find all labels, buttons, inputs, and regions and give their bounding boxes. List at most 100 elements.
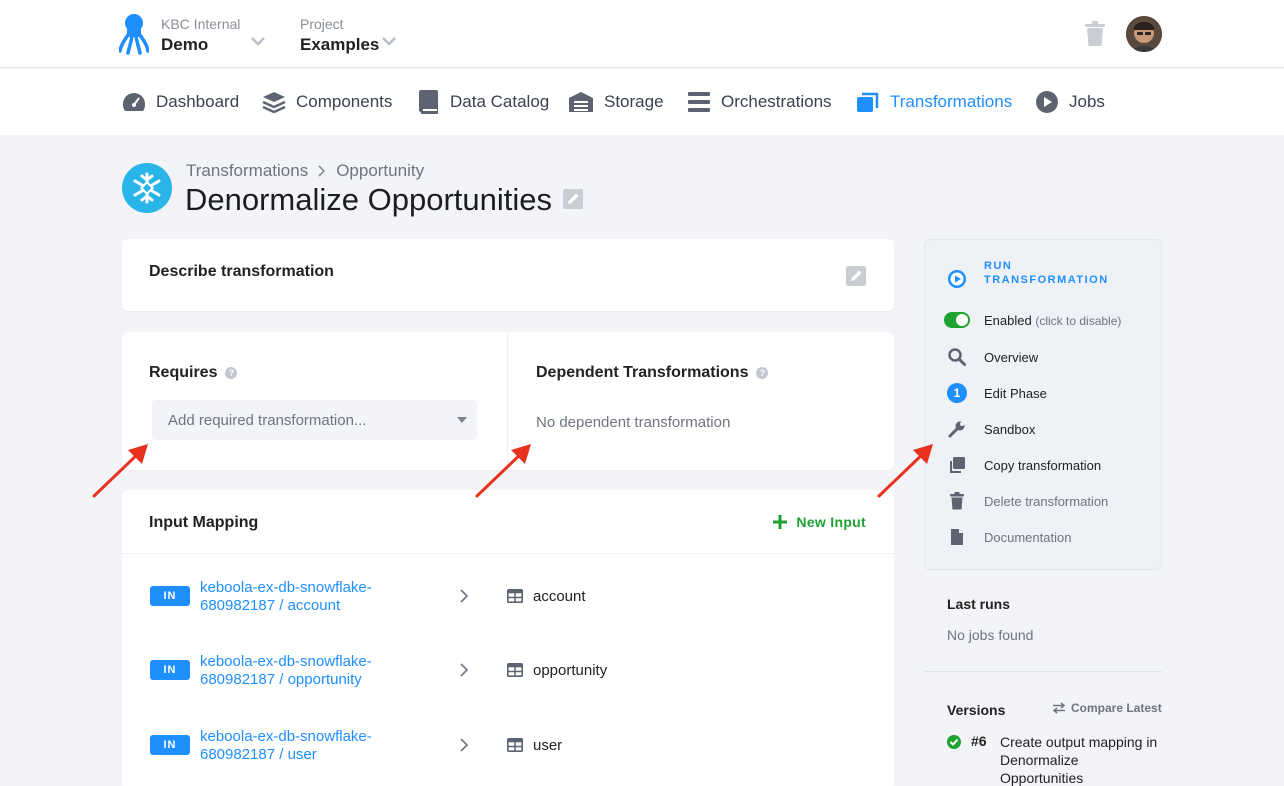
trash-icon[interactable] <box>1084 21 1106 47</box>
help-icon[interactable]: ? <box>225 367 238 379</box>
breadcrumb-transformations[interactable]: Transformations <box>186 161 308 181</box>
nav-jobs-label: Jobs <box>1069 92 1105 111</box>
dependent-heading: Dependent Transformations ? <box>536 364 769 382</box>
document-icon <box>947 527 967 547</box>
nav-orchestrations-label: Orchestrations <box>721 92 832 111</box>
describe-label: Describe transformation <box>149 263 334 280</box>
compare-arrows-icon <box>1052 702 1066 714</box>
table-icon <box>507 589 523 603</box>
nav-data-catalog[interactable]: Data Catalog <box>418 89 549 115</box>
nav-components[interactable]: Components <box>262 89 392 115</box>
source-table-link[interactable]: keboola-ex-db-snowflake- 680982187 / use… <box>200 728 440 764</box>
run-label-line-2: TRANSFORMATION <box>984 274 1109 286</box>
requires-title: Requires <box>149 364 218 381</box>
input-mapping-row[interactable]: IN keboola-ex-db-snowflake- 680982187 / … <box>122 723 894 783</box>
version-description[interactable]: Create output mapping in Denormalize Opp… <box>1000 733 1162 786</box>
trash-icon <box>947 491 967 511</box>
last-runs-empty: No jobs found <box>947 627 1034 643</box>
run-transformation-button[interactable]: RUN TRANSFORMATION <box>925 260 1161 291</box>
input-mapping-row[interactable]: IN keboola-ex-db-snowflake- 680982187 / … <box>122 574 894 634</box>
plus-icon <box>773 515 788 529</box>
enabled-label: Enabled (click to disable) <box>984 313 1121 328</box>
documentation-label: Documentation <box>984 529 1072 545</box>
edit-phase-link[interactable]: 1 Edit Phase <box>925 381 1161 405</box>
nav-data-catalog-label: Data Catalog <box>450 92 550 111</box>
project-label: Project <box>300 16 344 32</box>
versions-title: Versions <box>947 702 1006 718</box>
chevron-right-icon <box>460 589 468 603</box>
actions-panel: RUN TRANSFORMATION Enabled (click to dis… <box>924 239 1162 570</box>
enabled-text: Enabled <box>984 312 1032 328</box>
source-line-1: keboola-ex-db-snowflake- <box>200 728 372 745</box>
source-line-2: 680982187 / user <box>200 746 317 763</box>
table-icon <box>507 663 523 677</box>
run-label-line-1: RUN <box>984 260 1013 272</box>
documentation-link[interactable]: Documentation <box>925 525 1161 549</box>
in-badge: IN <box>150 586 190 606</box>
requires-select[interactable]: Add required transformation... <box>152 400 477 440</box>
nav-transformations[interactable]: Transformations <box>856 89 1012 115</box>
project-switcher[interactable]: Project Examples <box>300 15 396 56</box>
organization-name: Demo <box>161 35 209 54</box>
help-icon[interactable]: ? <box>756 367 769 379</box>
nav-dashboard[interactable]: Dashboard <box>122 89 239 115</box>
wrench-icon <box>947 419 967 439</box>
warehouse-icon <box>569 92 593 112</box>
input-mapping-card: Input Mapping New Input IN keboola-ex-db… <box>122 490 894 786</box>
annotation-arrow <box>475 444 531 498</box>
nav-transformations-label: Transformations <box>890 92 1013 111</box>
organization-switcher[interactable]: KBC Internal Demo <box>161 15 265 56</box>
new-input-label: New Input <box>796 514 866 530</box>
compare-latest-button[interactable]: Compare Latest <box>1052 701 1162 715</box>
edit-description-icon[interactable] <box>846 266 866 286</box>
input-mapping-row[interactable]: IN keboola-ex-db-snowflake- 680982187 / … <box>122 648 894 708</box>
sandbox-link[interactable]: Sandbox <box>925 417 1161 441</box>
run-transformation-label: RUN TRANSFORMATION <box>984 259 1109 287</box>
source-line-2: 680982187 / account <box>200 597 341 614</box>
delete-transformation-link[interactable]: Delete transformation <box>925 489 1161 513</box>
user-avatar[interactable] <box>1126 16 1162 52</box>
enabled-toggle[interactable]: Enabled (click to disable) <box>925 308 1161 332</box>
enabled-hint: (click to disable) <box>1035 313 1122 328</box>
transformations-icon <box>857 92 879 112</box>
layers-icon <box>262 92 286 113</box>
destination-name: user <box>533 737 563 754</box>
source-table-link[interactable]: keboola-ex-db-snowflake- 680982187 / acc… <box>200 579 440 615</box>
sandbox-label: Sandbox <box>984 421 1036 437</box>
copy-transformation-link[interactable]: Copy transformation <box>925 453 1161 477</box>
overview-link[interactable]: Overview <box>925 345 1161 369</box>
check-circle-icon <box>947 735 961 749</box>
source-table-link[interactable]: keboola-ex-db-snowflake- 680982187 / opp… <box>200 653 440 689</box>
annotation-arrow <box>877 444 933 498</box>
chevron-right-icon <box>318 165 326 177</box>
overview-label: Overview <box>984 349 1039 365</box>
breadcrumb-bucket[interactable]: Opportunity <box>336 161 424 181</box>
new-input-button[interactable]: New Input <box>772 514 866 530</box>
edit-title-icon[interactable] <box>563 189 583 209</box>
caret-down-icon <box>457 417 467 423</box>
describe-card[interactable]: Describe transformation <box>122 239 894 311</box>
last-runs-title: Last runs <box>947 596 1011 612</box>
source-line-1: keboola-ex-db-snowflake- <box>200 579 372 596</box>
nav-jobs[interactable]: Jobs <box>1035 89 1105 115</box>
dependent-title: Dependent Transformations <box>536 364 749 381</box>
search-icon <box>947 347 967 367</box>
table-icon <box>507 738 523 752</box>
input-mapping-title: Input Mapping <box>149 514 259 531</box>
breadcrumb: Transformations Opportunity <box>186 161 424 181</box>
edit-phase-label: Edit Phase <box>984 385 1047 401</box>
toggle-switch[interactable] <box>944 310 970 330</box>
copy-icon <box>947 455 967 475</box>
chevron-down-icon <box>382 37 396 46</box>
book-icon <box>419 90 438 114</box>
nav-storage[interactable]: Storage <box>568 89 664 115</box>
play-circle-icon <box>947 269 967 289</box>
phase-number-badge: 1 <box>947 383 967 403</box>
nav-storage-label: Storage <box>604 92 664 111</box>
chevron-right-icon <box>460 738 468 752</box>
nav-orchestrations[interactable]: Orchestrations <box>687 89 832 115</box>
organization-label: KBC Internal <box>161 16 241 32</box>
keboola-logo[interactable] <box>119 13 149 55</box>
requires-placeholder: Add required transformation... <box>168 412 367 429</box>
compare-latest-label: Compare Latest <box>1071 701 1162 715</box>
